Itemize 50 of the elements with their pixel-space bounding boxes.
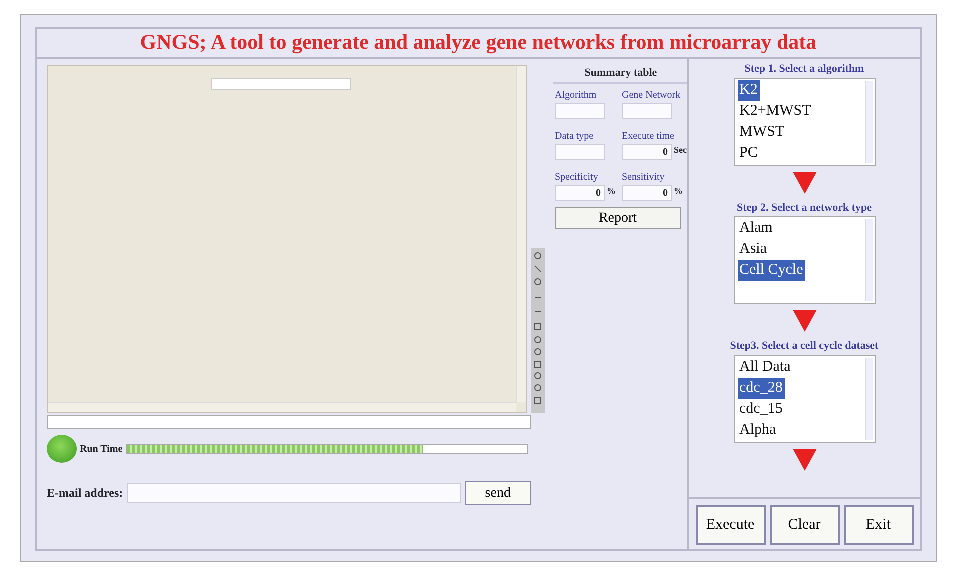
- field-label: Data type: [555, 130, 595, 144]
- field-label: Sensitivity: [622, 170, 666, 184]
- step-label: Step3. Select a cell cycle dataset: [730, 339, 879, 354]
- list-scrollbar[interactable]: [864, 80, 872, 162]
- list-item[interactable]: Alam: [738, 218, 775, 239]
- list-item[interactable]: Alpha: [738, 420, 778, 440]
- step-label: Step 2. Select a network type: [736, 200, 872, 216]
- list-item[interactable]: Cell Cycle: [738, 260, 806, 281]
- vertical-toolbar[interactable]: [531, 248, 545, 413]
- email-field[interactable]: [127, 483, 462, 503]
- list-scrollbar[interactable]: [864, 358, 872, 440]
- list-item[interactable]: K2+MWST: [738, 100, 814, 122]
- vertical-scrollbar[interactable]: [516, 66, 526, 402]
- action-button[interactable]: Execute: [696, 505, 766, 545]
- summary-field[interactable]: 0: [555, 184, 605, 200]
- unit-label: %: [674, 184, 683, 198]
- run-time-label: Run Time: [80, 442, 123, 456]
- status-field[interactable]: [47, 415, 531, 429]
- down-arrow-icon: [792, 448, 816, 470]
- list-item[interactable]: cdc_15: [738, 398, 785, 420]
- list-item[interactable]: Asia: [738, 239, 769, 260]
- field-label: Specificity: [555, 170, 600, 184]
- list-scrollbar[interactable]: [864, 219, 872, 301]
- list-item[interactable]: MWST: [738, 122, 786, 142]
- report-button[interactable]: Report: [555, 206, 681, 228]
- field-label: Gene Network: [622, 88, 682, 102]
- list-item[interactable]: PC: [738, 142, 760, 164]
- unit-label: %: [607, 184, 616, 198]
- list-item[interactable]: cdc_28: [738, 378, 785, 398]
- summary-field[interactable]: 0: [622, 184, 672, 200]
- app-title: GNGS; A tool to generate and analyze gene networks from microarray data: [140, 29, 817, 56]
- summary-field[interactable]: [555, 102, 605, 118]
- summary-field[interactable]: [555, 144, 605, 160]
- summary-field[interactable]: 0: [622, 144, 672, 160]
- unit-label: Sec: [674, 144, 687, 156]
- summary-title: Summary table: [584, 66, 658, 81]
- horizontal-scrollbar[interactable]: [48, 402, 516, 412]
- status-light: [47, 435, 77, 463]
- down-arrow-icon: [792, 310, 816, 332]
- field-label: Algorithm: [555, 88, 598, 102]
- step-label: Step 1. Select a algorithm: [744, 62, 864, 77]
- list-item[interactable]: All Data: [738, 356, 793, 378]
- action-button[interactable]: Exit: [844, 505, 914, 545]
- email-label: E-mail addres:: [47, 485, 124, 502]
- list-item[interactable]: K2: [738, 80, 760, 100]
- summary-field[interactable]: [622, 102, 672, 118]
- send-button[interactable]: send: [465, 481, 532, 505]
- field-label: Execute time: [622, 130, 676, 144]
- action-button[interactable]: Clear: [770, 505, 840, 545]
- down-arrow-icon: [792, 172, 816, 194]
